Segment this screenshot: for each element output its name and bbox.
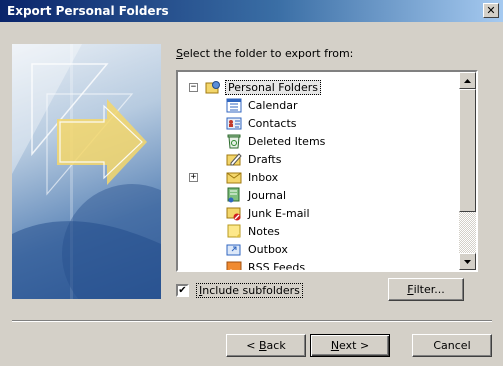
next-button[interactable]: Next >	[310, 334, 390, 357]
tree-item-label: Drafts	[248, 152, 282, 166]
wizard-banner-image	[12, 44, 161, 299]
calendar-icon	[226, 97, 242, 113]
back-prefix: <	[246, 339, 259, 352]
tree-item-inbox[interactable]: + Inbox	[189, 168, 280, 186]
tree-item-label: Junk E-mail	[248, 206, 310, 220]
prompt-accelerator: S	[176, 47, 183, 60]
export-dialog: Export Personal Folders ✕ Select the fol…	[0, 0, 503, 366]
outbox-icon	[226, 241, 242, 257]
cancel-button[interactable]: Cancel	[412, 334, 492, 357]
collapse-icon[interactable]: −	[189, 82, 198, 92]
tree-item-drafts[interactable]: Drafts	[226, 150, 283, 168]
contacts-icon	[226, 115, 242, 131]
scroll-thumb[interactable]	[459, 89, 476, 212]
personal-folders-icon	[205, 79, 221, 95]
tree-item-label: Inbox	[248, 170, 279, 184]
title-bar[interactable]: Export Personal Folders ✕	[0, 0, 503, 22]
journal-icon	[226, 187, 242, 203]
window-title: Export Personal Folders	[7, 4, 169, 18]
folder-tree-content: − Personal Folders Calendar Contacts Del…	[178, 72, 461, 270]
tree-item-outbox[interactable]: Outbox	[226, 240, 290, 258]
prompt-text: elect the folder to export from:	[182, 47, 354, 60]
tree-item-label: Outbox	[248, 242, 288, 256]
next-label: ext >	[339, 339, 370, 352]
folder-tree[interactable]: − Personal Folders Calendar Contacts Del…	[176, 70, 478, 272]
banner-graphic	[12, 44, 161, 299]
tree-item-calendar[interactable]: Calendar	[226, 96, 299, 114]
tree-item-label: Contacts	[248, 116, 297, 130]
cancel-label: Cancel	[433, 339, 471, 352]
tree-item-label: Personal Folders	[225, 79, 321, 95]
back-button[interactable]: < Back	[226, 334, 306, 357]
folder-select-label: Select the folder to export from:	[176, 47, 353, 60]
footer-separator	[12, 320, 492, 322]
include-subfolders-option[interactable]: ✔ Include subfolders	[176, 283, 303, 298]
tree-item-label: Calendar	[248, 98, 298, 112]
drafts-icon	[226, 151, 242, 167]
rss-feeds-icon	[226, 259, 242, 270]
expand-icon[interactable]: +	[189, 172, 198, 182]
next-accelerator: N	[330, 339, 340, 352]
junk-email-icon	[226, 205, 242, 221]
checkbox-label-text: nclude subfolders	[202, 284, 300, 297]
arrow-down-icon	[464, 257, 471, 266]
back-label: ack	[266, 339, 286, 352]
include-subfolders-checkbox[interactable]: ✔	[176, 284, 189, 297]
tree-item-notes[interactable]: Notes	[226, 222, 282, 240]
filter-button[interactable]: Filter...	[388, 278, 464, 301]
back-accelerator: B	[259, 339, 267, 352]
tree-item-personal-folders[interactable]: − Personal Folders	[189, 78, 321, 96]
tree-item-junk-email[interactable]: Junk E-mail	[226, 204, 312, 222]
inbox-icon	[226, 169, 242, 185]
tree-item-journal[interactable]: Journal	[226, 186, 288, 204]
scroll-track[interactable]	[459, 212, 476, 253]
tree-item-label: RSS Feeds	[248, 260, 306, 271]
checkmark-icon: ✔	[178, 284, 187, 296]
scroll-up-button[interactable]	[459, 72, 476, 89]
filter-label: ilter...	[413, 283, 445, 296]
include-subfolders-label: Include subfolders	[196, 283, 303, 298]
tree-item-rss-feeds[interactable]: RSS Feeds	[226, 258, 307, 270]
tree-item-label: Deleted Items	[248, 134, 326, 148]
tree-item-deleted-items[interactable]: Deleted Items	[226, 132, 327, 150]
close-icon: ✕	[486, 4, 496, 17]
tree-vertical-scrollbar[interactable]	[459, 72, 476, 270]
deleted-items-icon	[226, 133, 242, 149]
notes-icon	[226, 223, 242, 239]
close-button[interactable]: ✕	[483, 3, 499, 18]
scroll-down-button[interactable]	[459, 253, 476, 270]
arrow-up-icon	[464, 76, 471, 85]
tree-item-label: Journal	[248, 188, 287, 202]
tree-item-contacts[interactable]: Contacts	[226, 114, 299, 132]
tree-item-label: Notes	[248, 224, 280, 238]
